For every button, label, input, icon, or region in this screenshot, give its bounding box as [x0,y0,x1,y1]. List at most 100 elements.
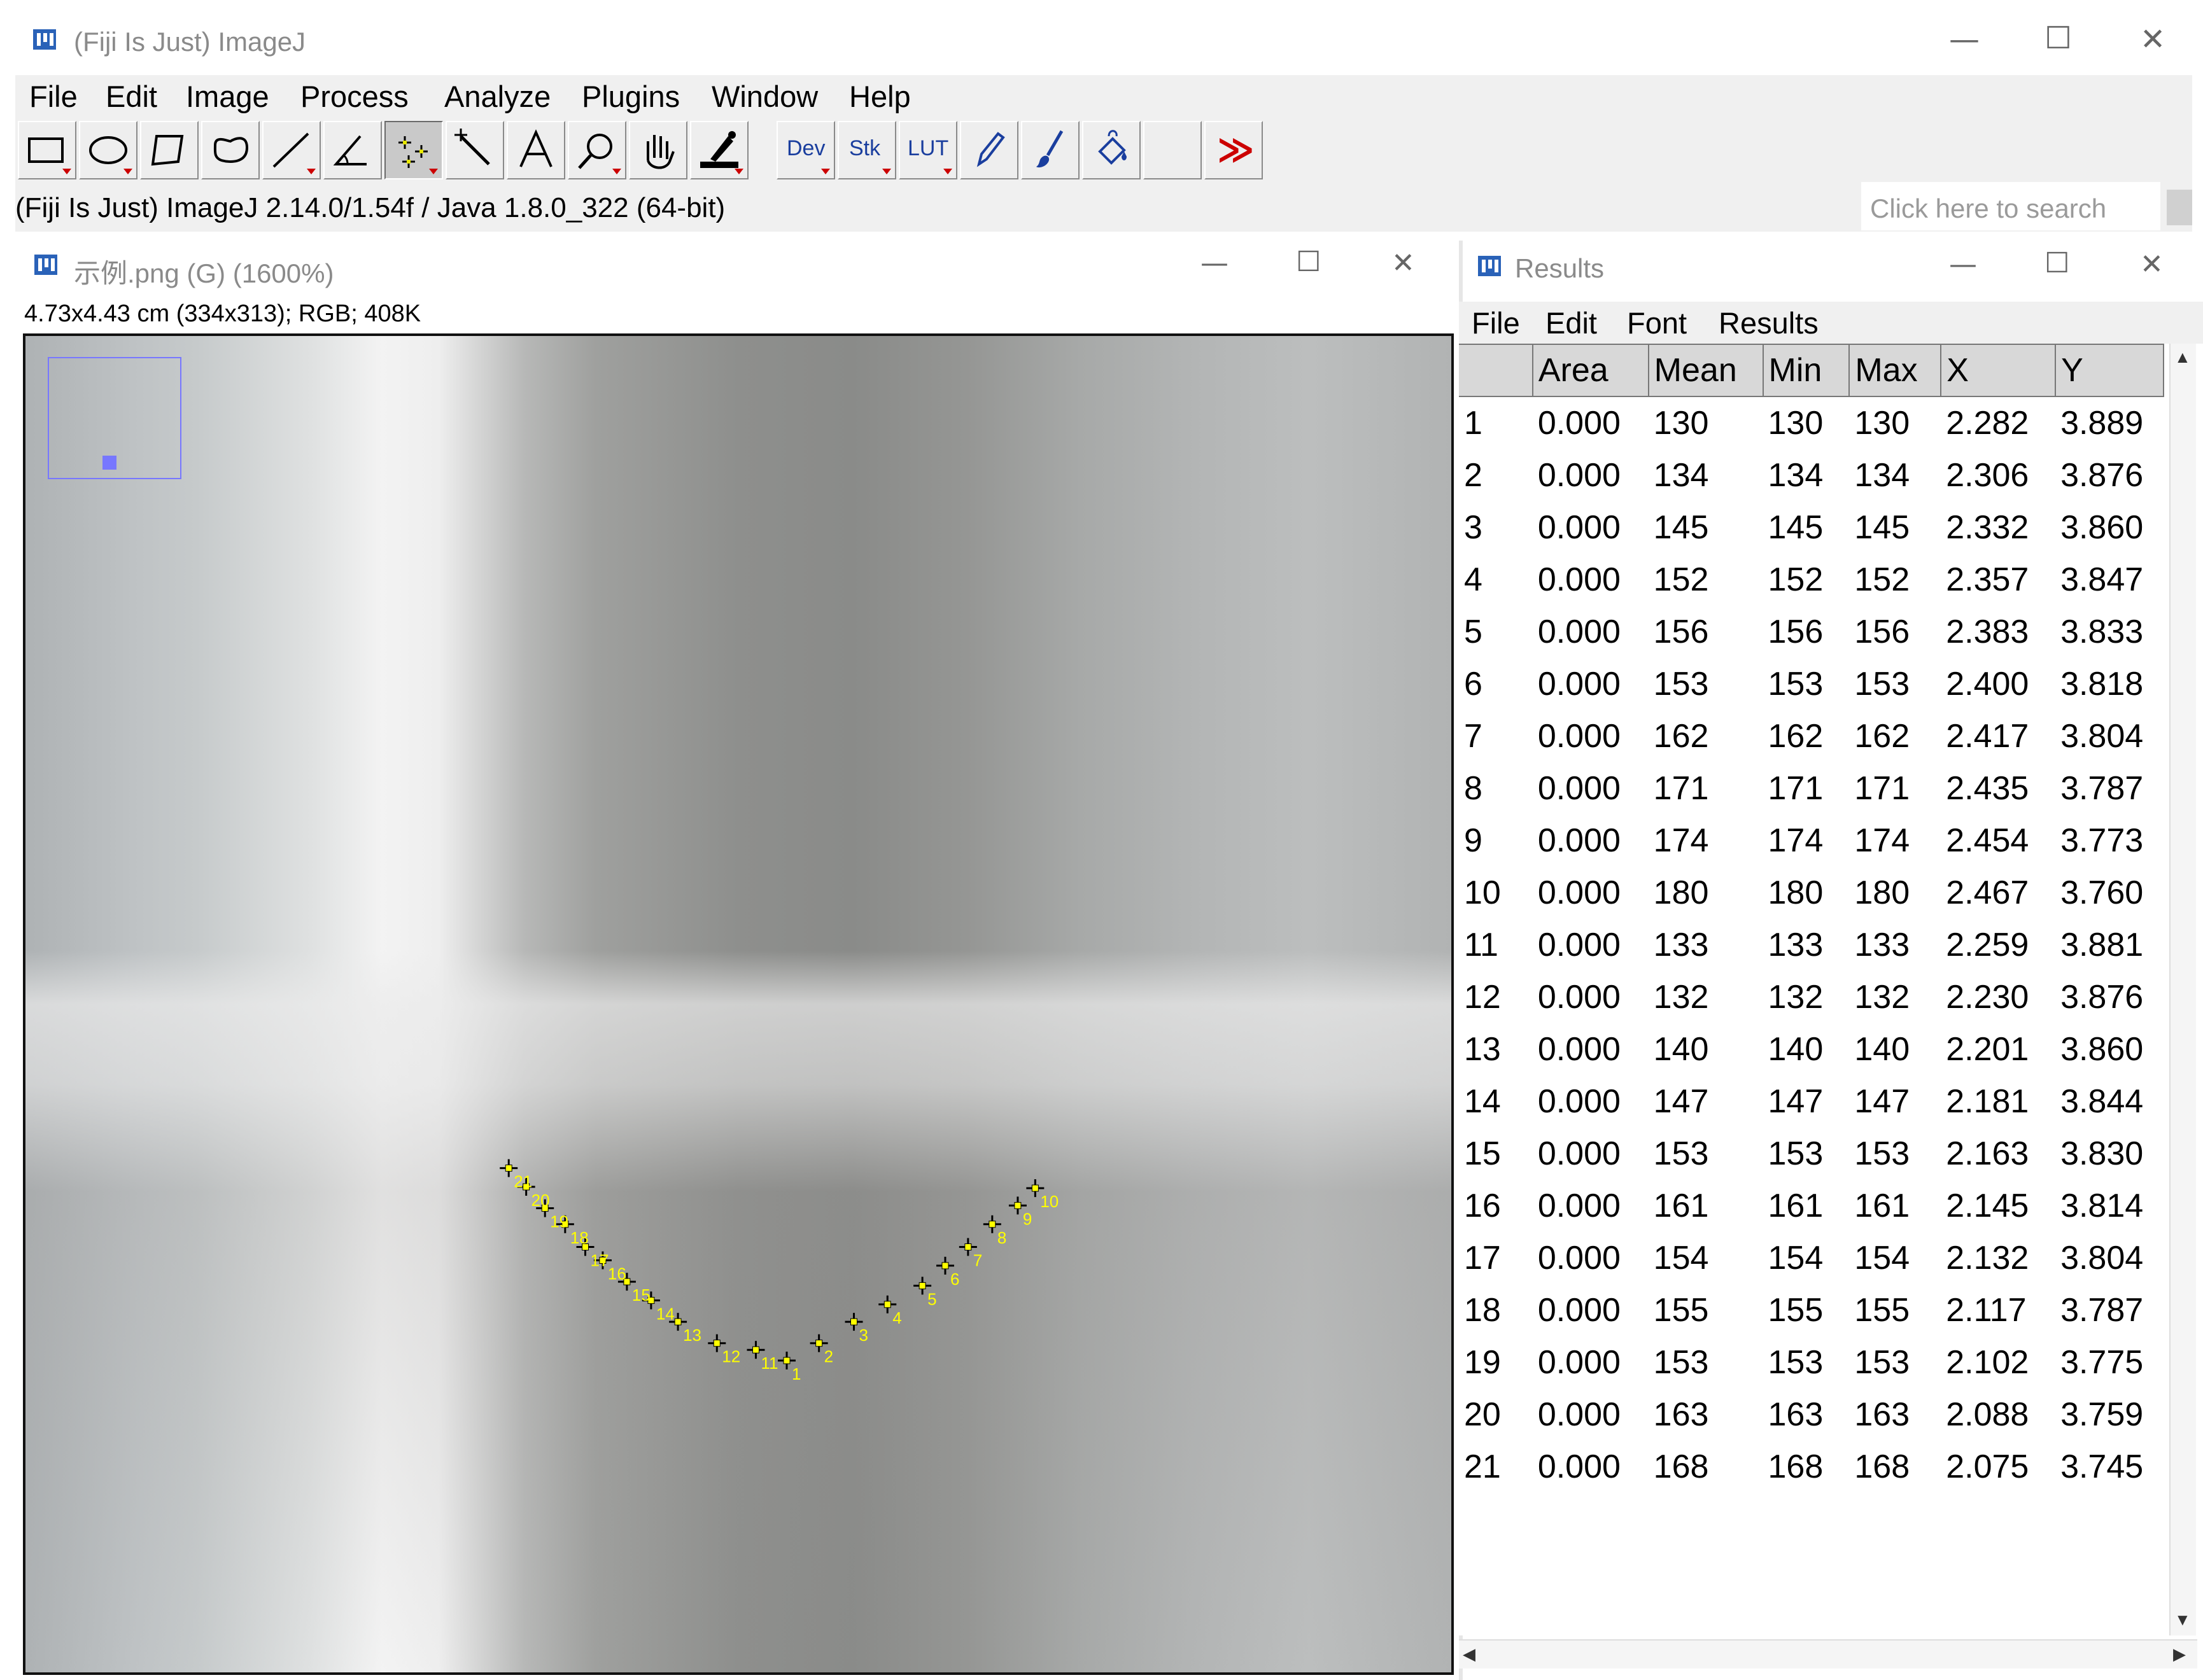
table-cell: 163 [1854,1396,1910,1433]
minimize-button[interactable]: — [1949,22,1980,57]
table-row[interactable]: 18 0.000 155 155 155 2.117 3.787 [1459,1284,2164,1336]
table-cell: 3.804 [2060,718,2144,755]
measure-point[interactable]: 10 [1026,1179,1059,1211]
measure-point[interactable]: 11 [747,1341,778,1373]
rectangle-tool-button[interactable] [18,121,76,179]
table-row[interactable]: 6 0.000 153 153 153 2.400 3.818 [1459,658,2164,710]
close-button[interactable]: ✕ [2140,22,2165,57]
column-header[interactable]: X [1941,344,2057,397]
hand-tool-button[interactable] [629,121,687,179]
measure-point[interactable]: 3 [845,1313,868,1345]
table-row[interactable]: 21 0.000 168 168 168 2.075 3.745 [1459,1441,2164,1493]
freehand-tool-button[interactable] [201,121,260,179]
table-row[interactable]: 15 0.000 153 153 153 2.163 3.830 [1459,1128,2164,1180]
table-cell: 156 [1854,613,1910,650]
results-minimize-button[interactable]: — [1949,248,1977,281]
wand-tool-button[interactable] [446,121,504,179]
table-row[interactable]: 13 0.000 140 140 140 2.201 3.860 [1459,1023,2164,1075]
dropper-tool-button[interactable] [690,121,749,179]
multipoint-tool-button[interactable] [384,121,443,179]
angle-tool-button[interactable] [323,121,382,179]
vertical-scrollbar[interactable]: ▲ ▼ [2169,344,2196,1635]
scroll-up-icon[interactable]: ▲ [2174,347,2191,367]
menu-process[interactable]: Process [300,79,409,114]
measure-point[interactable]: 9 [1008,1196,1032,1228]
table-row[interactable]: 14 0.000 147 147 147 2.181 3.844 [1459,1075,2164,1128]
scroll-right-icon[interactable]: ▶ [2173,1644,2186,1664]
table-row[interactable]: 11 0.000 133 133 133 2.259 3.881 [1459,919,2164,971]
flood-fill-tool-button[interactable] [1082,121,1141,179]
column-header[interactable]: Min [1763,344,1850,397]
table-row[interactable]: 9 0.000 174 174 174 2.454 3.773 [1459,815,2164,867]
table-cell: 3.775 [2060,1344,2144,1381]
brush-tool-button[interactable] [1021,121,1080,179]
scroll-left-icon[interactable]: ◀ [1463,1644,1475,1664]
column-header[interactable] [1459,344,1533,397]
lut-menu-button[interactable]: LUT [899,121,957,179]
more-tools-button[interactable]: ≫ [1204,121,1263,179]
pencil-tool-button[interactable] [960,121,1018,179]
table-cell: 156 [1653,613,1709,650]
measure-point[interactable]: 7 [959,1238,982,1270]
polygon-tool-button[interactable] [140,121,199,179]
measure-point[interactable]: 8 [983,1215,1006,1247]
menu-image[interactable]: Image [186,79,269,114]
image-minimize-button[interactable]: — [1200,247,1228,279]
column-header[interactable]: Max [1849,344,1942,397]
results-close-button[interactable]: ✕ [2140,248,2164,281]
table-row[interactable]: 19 0.000 153 153 153 2.102 3.775 [1459,1336,2164,1389]
table-row[interactable]: 8 0.000 171 171 171 2.435 3.787 [1459,762,2164,815]
table-row[interactable]: 20 0.000 163 163 163 2.088 3.759 [1459,1389,2164,1441]
table-row[interactable]: 12 0.000 132 132 132 2.230 3.876 [1459,971,2164,1023]
stk-menu-button[interactable]: Stk [838,121,896,179]
image-canvas[interactable]: 1 2 3 4 5 6 7 8 9 10 11 12 13 14 15 16 17 18 19 20 21 [23,333,1454,1675]
column-header[interactable]: Area [1532,344,1649,397]
measure-point[interactable]: 6 [936,1256,959,1289]
menu-analyze[interactable]: Analyze [444,79,551,114]
search-field[interactable]: Click here to search [1861,182,2160,230]
results-menu-font[interactable]: Font [1627,305,1687,340]
table-row[interactable]: 10 0.000 180 180 180 2.467 3.760 [1459,867,2164,919]
magnifier-tool-button[interactable] [568,121,626,179]
column-header[interactable]: Mean [1648,344,1764,397]
measure-point[interactable]: 1 [778,1352,801,1383]
measure-point[interactable]: 2 [810,1334,833,1366]
menu-plugins[interactable]: Plugins [582,79,680,114]
menu-file[interactable]: File [29,79,78,114]
text-tool-button[interactable] [507,121,565,179]
menu-edit[interactable]: Edit [106,79,157,114]
table-row[interactable]: 17 0.000 154 154 154 2.132 3.804 [1459,1232,2164,1284]
line-tool-button[interactable] [262,121,321,179]
results-menu-edit[interactable]: Edit [1545,305,1597,340]
maximize-button[interactable]: ☐ [2045,20,2072,56]
scroll-down-icon[interactable]: ▼ [2174,1610,2191,1630]
table-row[interactable]: 16 0.000 161 161 161 2.145 3.814 [1459,1180,2164,1232]
table-cell: 153 [1854,666,1910,703]
horizontal-scrollbar[interactable]: ◀ ▶ [1459,1639,2197,1669]
oval-tool-button[interactable] [79,121,137,179]
image-maximize-button[interactable]: ☐ [1296,246,1321,278]
menu-help[interactable]: Help [849,79,911,114]
table-row[interactable]: 2 0.000 134 134 134 2.306 3.876 [1459,449,2164,501]
table-cell: 155 [1854,1292,1910,1329]
table-row[interactable]: 7 0.000 162 162 162 2.417 3.804 [1459,710,2164,762]
results-menu-results[interactable]: Results [1719,305,1819,340]
table-row[interactable]: 1 0.000 130 130 130 2.282 3.889 [1459,396,2164,449]
dev-menu-button[interactable]: Dev [777,121,835,179]
table-cell: 0.000 [1537,457,1621,494]
measure-point[interactable]: 5 [913,1277,937,1308]
column-header[interactable]: Y [2055,344,2164,397]
results-menu-file[interactable]: File [1472,305,1520,340]
table-row[interactable]: 3 0.000 145 145 145 2.332 3.860 [1459,501,2164,554]
measure-point[interactable]: 4 [878,1295,902,1327]
measure-point[interactable]: 21 [500,1159,532,1191]
table-row[interactable]: 5 0.000 156 156 156 2.383 3.833 [1459,606,2164,658]
empty-tool-slot[interactable] [1143,121,1202,179]
results-maximize-button[interactable]: ☐ [2045,247,2069,279]
measure-point[interactable]: 12 [708,1334,740,1366]
image-close-button[interactable]: ✕ [1391,247,1415,279]
table-cell: 134 [1768,457,1824,494]
search-scrollbar[interactable] [2167,190,2192,225]
table-row[interactable]: 4 0.000 152 152 152 2.357 3.847 [1459,554,2164,606]
menu-window[interactable]: Window [712,79,818,114]
